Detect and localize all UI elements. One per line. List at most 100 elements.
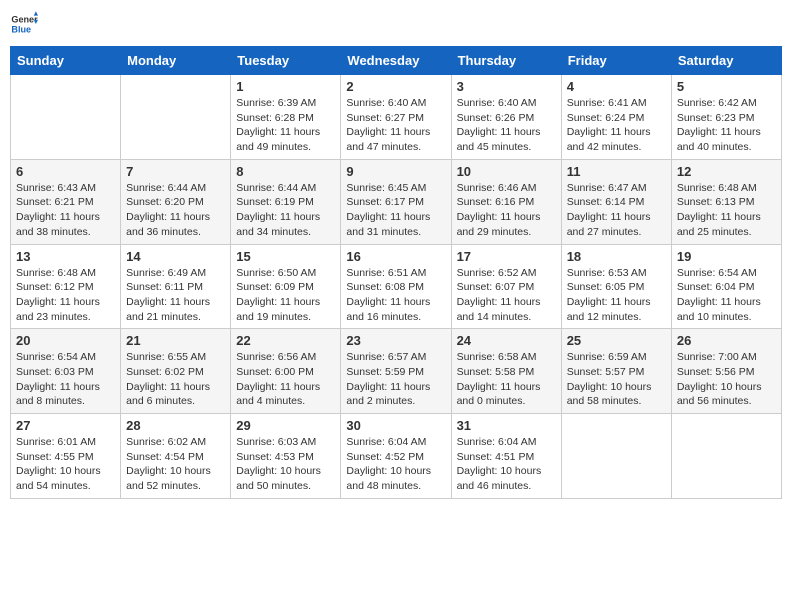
calendar-cell: 24 Sunrise: 6:58 AM Sunset: 5:58 PM Dayli… <box>451 329 561 414</box>
day-number: 30 <box>346 418 445 433</box>
calendar-cell: 6 Sunrise: 6:43 AM Sunset: 6:21 PM Daylig… <box>11 159 121 244</box>
calendar-cell: 9Sunrise: 6:45 AM Sunset: 6:17 PM Daylig… <box>341 159 451 244</box>
calendar-cell: 25 Sunrise: 6:59 AM Sunset: 5:57 PM Dayli… <box>561 329 671 414</box>
calendar-cell: 27 Sunrise: 6:01 AM Sunset: 4:55 PM Dayli… <box>11 414 121 499</box>
day-number: 18 <box>567 249 666 264</box>
day-info: Sunrise: 6:50 AM Sunset: 6:09 PM Dayligh… <box>236 266 335 325</box>
day-info: Sunrise: 6:41 AM Sunset: 6:24 PM Dayligh… <box>567 96 666 155</box>
day-number: 6 <box>16 164 115 179</box>
week-row-3: 13 Sunrise: 6:48 AM Sunset: 6:12 PM Dayli… <box>11 244 782 329</box>
header: General Blue <box>10 10 782 38</box>
day-info: Sunrise: 6:46 AM Sunset: 6:16 PM Dayligh… <box>457 181 556 240</box>
calendar-cell: 15Sunrise: 6:50 AM Sunset: 6:09 PM Dayli… <box>231 244 341 329</box>
day-number: 7 <box>126 164 225 179</box>
day-number: 16 <box>346 249 445 264</box>
day-number: 14 <box>126 249 225 264</box>
day-info: Sunrise: 6:57 AM Sunset: 5:59 PM Dayligh… <box>346 350 445 409</box>
week-row-1: 1 Sunrise: 6:39 AM Sunset: 6:28 PM Daylig… <box>11 75 782 160</box>
day-number: 25 <box>567 333 666 348</box>
day-number: 13 <box>16 249 115 264</box>
day-info: Sunrise: 6:40 AM Sunset: 6:27 PM Dayligh… <box>346 96 445 155</box>
day-number: 4 <box>567 79 666 94</box>
calendar-cell: 12 Sunrise: 6:48 AM Sunset: 6:13 PM Dayli… <box>671 159 781 244</box>
day-number: 24 <box>457 333 556 348</box>
day-info: Sunrise: 6:39 AM Sunset: 6:28 PM Dayligh… <box>236 96 335 155</box>
day-number: 23 <box>346 333 445 348</box>
logo: General Blue <box>10 10 38 38</box>
day-info: Sunrise: 6:48 AM Sunset: 6:12 PM Dayligh… <box>16 266 115 325</box>
day-info: Sunrise: 6:43 AM Sunset: 6:21 PM Dayligh… <box>16 181 115 240</box>
calendar-cell: 10 Sunrise: 6:46 AM Sunset: 6:16 PM Dayli… <box>451 159 561 244</box>
calendar-cell: 29 Sunrise: 6:03 AM Sunset: 4:53 PM Dayli… <box>231 414 341 499</box>
day-header-saturday: Saturday <box>671 47 781 75</box>
day-info: Sunrise: 6:59 AM Sunset: 5:57 PM Dayligh… <box>567 350 666 409</box>
calendar-cell: 13 Sunrise: 6:48 AM Sunset: 6:12 PM Dayli… <box>11 244 121 329</box>
calendar-cell: 31 Sunrise: 6:04 AM Sunset: 4:51 PM Dayli… <box>451 414 561 499</box>
calendar-cell: 21 Sunrise: 6:55 AM Sunset: 6:02 PM Dayli… <box>121 329 231 414</box>
day-number: 26 <box>677 333 776 348</box>
day-number: 12 <box>677 164 776 179</box>
day-info: Sunrise: 6:54 AM Sunset: 6:04 PM Dayligh… <box>677 266 776 325</box>
calendar-cell <box>671 414 781 499</box>
day-info: Sunrise: 6:47 AM Sunset: 6:14 PM Dayligh… <box>567 181 666 240</box>
day-info: Sunrise: 6:40 AM Sunset: 6:26 PM Dayligh… <box>457 96 556 155</box>
day-info: Sunrise: 6:53 AM Sunset: 6:05 PM Dayligh… <box>567 266 666 325</box>
day-info: Sunrise: 6:55 AM Sunset: 6:02 PM Dayligh… <box>126 350 225 409</box>
day-number: 10 <box>457 164 556 179</box>
day-number: 22 <box>236 333 335 348</box>
calendar-cell: 23 Sunrise: 6:57 AM Sunset: 5:59 PM Dayli… <box>341 329 451 414</box>
calendar-cell: 4 Sunrise: 6:41 AM Sunset: 6:24 PM Daylig… <box>561 75 671 160</box>
day-number: 17 <box>457 249 556 264</box>
calendar-cell: 3 Sunrise: 6:40 AM Sunset: 6:26 PM Daylig… <box>451 75 561 160</box>
week-row-2: 6 Sunrise: 6:43 AM Sunset: 6:21 PM Daylig… <box>11 159 782 244</box>
day-number: 2 <box>346 79 445 94</box>
calendar-cell: 1 Sunrise: 6:39 AM Sunset: 6:28 PM Daylig… <box>231 75 341 160</box>
calendar-cell: 11 Sunrise: 6:47 AM Sunset: 6:14 PM Dayli… <box>561 159 671 244</box>
day-header-monday: Monday <box>121 47 231 75</box>
calendar-cell: 19 Sunrise: 6:54 AM Sunset: 6:04 PM Dayli… <box>671 244 781 329</box>
calendar-cell: 5Sunrise: 6:42 AM Sunset: 6:23 PM Daylig… <box>671 75 781 160</box>
day-info: Sunrise: 6:52 AM Sunset: 6:07 PM Dayligh… <box>457 266 556 325</box>
day-info: Sunrise: 6:42 AM Sunset: 6:23 PM Dayligh… <box>677 96 776 155</box>
day-info: Sunrise: 6:54 AM Sunset: 6:03 PM Dayligh… <box>16 350 115 409</box>
week-row-5: 27 Sunrise: 6:01 AM Sunset: 4:55 PM Dayli… <box>11 414 782 499</box>
day-info: Sunrise: 6:04 AM Sunset: 4:51 PM Dayligh… <box>457 435 556 494</box>
calendar-cell <box>561 414 671 499</box>
day-number: 1 <box>236 79 335 94</box>
day-info: Sunrise: 6:51 AM Sunset: 6:08 PM Dayligh… <box>346 266 445 325</box>
day-info: Sunrise: 6:04 AM Sunset: 4:52 PM Dayligh… <box>346 435 445 494</box>
day-header-tuesday: Tuesday <box>231 47 341 75</box>
day-number: 31 <box>457 418 556 433</box>
day-info: Sunrise: 6:48 AM Sunset: 6:13 PM Dayligh… <box>677 181 776 240</box>
day-number: 20 <box>16 333 115 348</box>
day-headers-row: SundayMondayTuesdayWednesdayThursdayFrid… <box>11 47 782 75</box>
day-info: Sunrise: 7:00 AM Sunset: 5:56 PM Dayligh… <box>677 350 776 409</box>
day-info: Sunrise: 6:03 AM Sunset: 4:53 PM Dayligh… <box>236 435 335 494</box>
calendar-cell: 16 Sunrise: 6:51 AM Sunset: 6:08 PM Dayli… <box>341 244 451 329</box>
day-number: 27 <box>16 418 115 433</box>
day-header-thursday: Thursday <box>451 47 561 75</box>
calendar-cell: 28Sunrise: 6:02 AM Sunset: 4:54 PM Dayli… <box>121 414 231 499</box>
day-info: Sunrise: 6:44 AM Sunset: 6:20 PM Dayligh… <box>126 181 225 240</box>
calendar-cell: 14 Sunrise: 6:49 AM Sunset: 6:11 PM Dayli… <box>121 244 231 329</box>
day-number: 11 <box>567 164 666 179</box>
day-info: Sunrise: 6:01 AM Sunset: 4:55 PM Dayligh… <box>16 435 115 494</box>
day-number: 21 <box>126 333 225 348</box>
svg-text:General: General <box>11 15 38 25</box>
day-number: 9 <box>346 164 445 179</box>
calendar-cell: 30 Sunrise: 6:04 AM Sunset: 4:52 PM Dayli… <box>341 414 451 499</box>
day-header-friday: Friday <box>561 47 671 75</box>
calendar-cell: 18 Sunrise: 6:53 AM Sunset: 6:05 PM Dayli… <box>561 244 671 329</box>
day-info: Sunrise: 6:49 AM Sunset: 6:11 PM Dayligh… <box>126 266 225 325</box>
day-header-wednesday: Wednesday <box>341 47 451 75</box>
day-number: 8 <box>236 164 335 179</box>
calendar-cell <box>11 75 121 160</box>
day-header-sunday: Sunday <box>11 47 121 75</box>
day-number: 29 <box>236 418 335 433</box>
logo-icon: General Blue <box>10 10 38 38</box>
day-number: 3 <box>457 79 556 94</box>
day-info: Sunrise: 6:56 AM Sunset: 6:00 PM Dayligh… <box>236 350 335 409</box>
calendar-cell <box>121 75 231 160</box>
day-info: Sunrise: 6:58 AM Sunset: 5:58 PM Dayligh… <box>457 350 556 409</box>
day-number: 19 <box>677 249 776 264</box>
